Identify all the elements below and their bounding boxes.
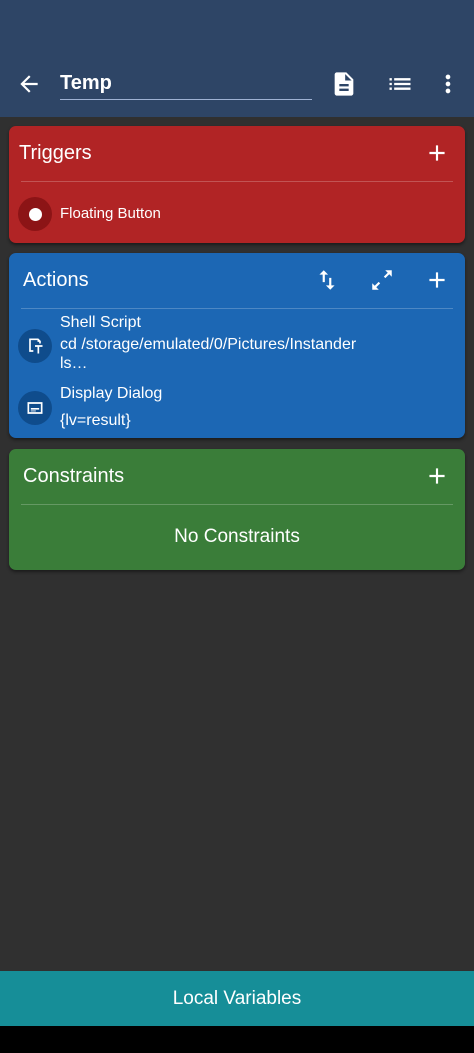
action-item-detail-2: ls… — [60, 355, 88, 372]
local-variables-button[interactable]: Local Variables — [0, 971, 474, 1026]
action-item-detail: {lv=result} — [60, 412, 131, 429]
terminal-icon — [18, 329, 52, 363]
dialog-icon — [18, 391, 52, 425]
add-action-icon[interactable] — [424, 267, 450, 293]
document-icon[interactable] — [330, 70, 358, 98]
add-constraint-icon[interactable] — [424, 463, 450, 489]
constraints-title: Constraints — [23, 465, 125, 487]
triggers-title: Triggers — [19, 142, 92, 164]
list-icon[interactable] — [386, 70, 414, 98]
back-arrow-icon[interactable] — [16, 70, 42, 98]
add-trigger-icon[interactable] — [424, 140, 450, 166]
trigger-item-label: Floating Button — [60, 205, 161, 222]
macro-name-text: Temp — [60, 72, 112, 94]
action-item-detail: cd /storage/emulated/0/Pictures/Instande… — [60, 336, 357, 353]
expand-icon[interactable] — [369, 267, 395, 293]
actions-divider — [21, 308, 453, 309]
macro-name-field[interactable]: Temp — [60, 66, 312, 100]
no-constraints-label: No Constraints — [174, 526, 300, 547]
triggers-card: Triggers Floating Button — [9, 126, 465, 243]
action-item-title: Shell Script — [60, 314, 141, 331]
constraints-header: Constraints — [9, 449, 465, 504]
app-bar: Temp — [0, 0, 474, 117]
triggers-divider — [21, 181, 453, 182]
actions-card: Actions Shell Script cd /storage/emulate… — [9, 253, 465, 438]
system-nav-bar — [0, 1026, 474, 1053]
triggers-header: Triggers — [9, 126, 465, 181]
constraints-divider — [21, 504, 453, 505]
local-variables-label: Local Variables — [172, 987, 302, 1009]
actions-header: Actions — [9, 253, 465, 308]
radio-dot-icon — [18, 197, 52, 231]
constraints-card: Constraints No Constraints — [9, 449, 465, 570]
actions-title: Actions — [23, 269, 89, 291]
action-item-title: Display Dialog — [60, 385, 163, 402]
reorder-icon[interactable] — [314, 267, 340, 293]
more-vert-icon[interactable] — [434, 70, 462, 98]
